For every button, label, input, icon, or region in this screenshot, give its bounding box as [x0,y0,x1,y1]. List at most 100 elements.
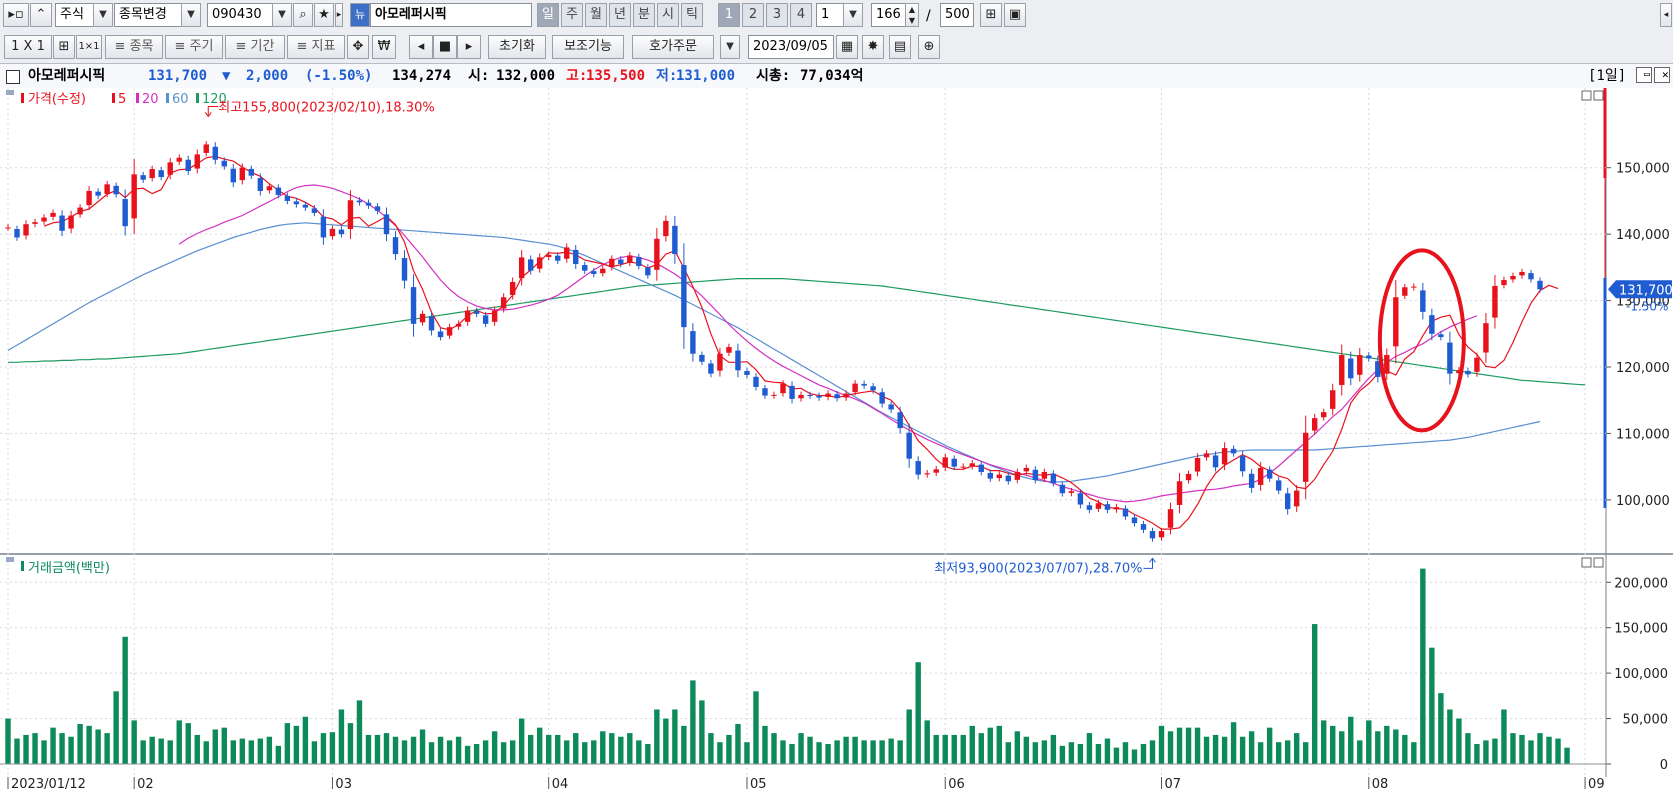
volume-pane-restore-button[interactable] [1581,557,1592,568]
reset-button[interactable]: 초기화 [488,35,546,59]
volume-bar [861,740,867,764]
candle-body [951,458,957,467]
volume-pane-handle-icon[interactable] [6,557,14,562]
panel-toggle-button[interactable]: ▸▫ [3,3,29,27]
pane-close-button[interactable] [1593,90,1604,101]
period-button-6[interactable]: 틱 [681,3,703,27]
candle-body [1203,453,1210,458]
menu-indicator-button[interactable]: ≡ 지표 [287,35,345,59]
price-volume-chart[interactable]: 100,000110,000120,000130,000140,000150,0… [0,88,1673,789]
period-button-1[interactable]: 주 [561,3,583,27]
candle-body [825,393,831,397]
candle-body [1239,456,1246,472]
menu-stock-button[interactable]: ≡ 종목 [105,35,163,59]
favorite-button[interactable]: ★ [314,3,334,27]
volume-bar [1176,727,1183,764]
settings-button[interactable]: ✸ [862,35,884,59]
chart-config-button[interactable]: ▤ [889,35,911,59]
volume-bar [600,731,606,764]
stop-button[interactable]: ■ [433,35,457,59]
candle-body [969,463,975,467]
stock-code-input[interactable]: 090430 [207,3,273,27]
quote-order-dropdown-button[interactable]: ▼ [720,35,740,59]
period-button-0[interactable]: 일 [537,3,559,27]
multiplier-button-1[interactable]: 2 [742,3,764,27]
time-tick-label: 03 [335,777,352,789]
close-window-button[interactable]: ✕ [1654,67,1670,83]
candle-body [122,199,128,227]
volume-bar [1194,727,1201,764]
ma20-legend: 20 [142,92,159,107]
chevron-down-icon: ▼ [849,9,857,20]
market-dropdown-button[interactable]: ▼ [93,3,113,27]
market-select[interactable]: 주식 [55,3,95,27]
info-checkbox[interactable] [6,70,20,84]
period-button-3[interactable]: 년 [609,3,631,27]
won-unit-button[interactable]: ₩ [372,35,396,59]
stock-name-field[interactable]: 아모레퍼시픽 [370,3,532,27]
next-stock-button[interactable]: ▸ [335,3,343,27]
pane-restore-button[interactable] [1581,90,1592,101]
candle-body [915,461,921,475]
count-spinner[interactable]: ▲ ▼ [905,3,919,27]
move-tool-button[interactable]: ✥ [347,35,369,59]
volume-bar [1284,740,1291,764]
save-button[interactable]: ▣ [1004,3,1026,27]
volume-bar [50,727,56,764]
aux-function-button[interactable]: 보조기능 [552,35,624,59]
stock-code-dropdown-button[interactable]: ▼ [272,3,292,27]
collapse-up-button[interactable]: ⌃ [30,3,52,27]
candle-body [645,267,651,276]
price-tick-label: 140,000 [1616,228,1670,243]
zoom-button[interactable]: ⊕ [918,35,940,59]
count-input[interactable]: 166 [871,3,907,27]
period-button-5[interactable]: 시 [657,3,679,27]
hamburger-icon: ≡ [235,39,251,54]
volume-bar [5,718,11,764]
date-input[interactable]: 2023/09/05 [748,35,834,59]
volume-bar [1483,740,1489,764]
multiplier-button-3[interactable]: 4 [790,3,812,27]
period-button-4[interactable]: 분 [633,3,655,27]
volume-bar [1339,731,1345,764]
single-layout-button[interactable]: 1×1 [76,35,102,59]
search-button[interactable]: ⌕ [293,3,313,27]
menu-period-button[interactable]: ≡ 기간 [225,35,285,59]
change-stock-select[interactable]: 종목변경 [114,3,182,27]
restore-icon: ▭ [1644,69,1651,80]
volume-bar [672,709,678,764]
multiplier-button-2[interactable]: 3 [766,3,788,27]
volume-bar [113,691,119,764]
volume-pane-close-button[interactable] [1593,557,1604,568]
candle-body [600,268,606,274]
layout-button[interactable]: 1 X 1 [4,35,52,59]
chart-toolbar: 1 X 1 ⊞ 1×1 ≡ 종목 ≡ 주기 ≡ 기간 ≡ 지표 ✥ ₩ ◂ ■ … [0,32,1673,64]
volume-bar [1393,729,1399,764]
news-button[interactable]: 뉴 [350,3,370,27]
time-tick-label: 02 [137,777,154,789]
price-tick-label: 120,000 [1616,361,1670,376]
change-stock-dropdown-button[interactable]: ▼ [181,3,201,27]
period-button-2[interactable]: 월 [585,3,607,27]
side-panel-button[interactable]: ◂ [1660,3,1672,27]
candle-body [924,473,930,475]
volume-bar [1239,736,1246,764]
multiplier-button-0[interactable]: 1 [718,3,740,27]
add-window-button[interactable]: ⊞ [980,3,1002,27]
volume-tick-label: 0 [1660,758,1668,773]
menu-cycle-button[interactable]: ≡ 주기 [165,35,223,59]
scroll-left-button[interactable]: ◂ [409,35,433,59]
scroll-right-button[interactable]: ▸ [457,35,481,59]
candle-body [591,271,597,274]
interval-dropdown-button[interactable]: ▼ [843,3,863,27]
calendar-button[interactable]: ▦ [836,35,858,59]
volume-bar [726,734,732,764]
grid-layout-button[interactable]: ⊞ [53,35,75,59]
pane-handle-icon[interactable] [6,90,14,95]
volume-bar [780,740,786,764]
candle-body [140,175,146,180]
info-price: 131,700 [148,68,208,84]
quote-order-button[interactable]: 호가주문 [632,35,714,59]
max-count-input[interactable]: 500 [940,3,974,27]
restore-window-button[interactable]: ▭ [1636,67,1652,83]
